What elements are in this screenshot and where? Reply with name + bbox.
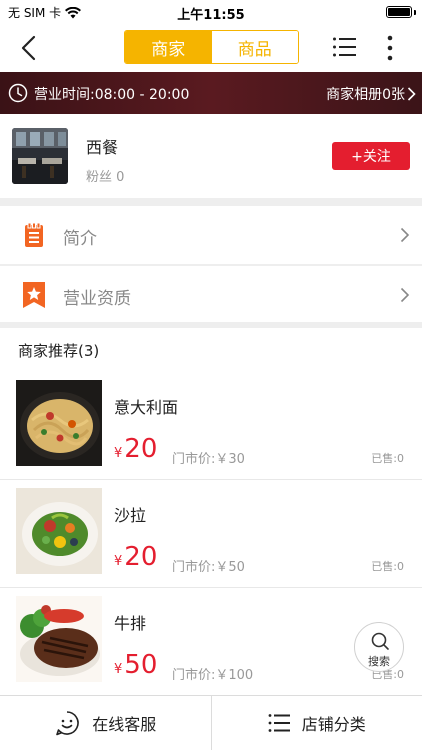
product-name: 沙拉 [114, 506, 147, 525]
search-fab[interactable]: 搜索 [354, 622, 404, 672]
recommend-header: 商家推荐(3) [0, 328, 422, 372]
album-text: 商家相册0张 [326, 87, 405, 103]
bookmark-star-icon [23, 282, 45, 308]
store-info: 西餐 粉丝 0 +关注 [0, 114, 422, 198]
sold-count: 已售:0 [371, 452, 404, 465]
segment-control: 商家 商品 [124, 30, 299, 64]
section-divider [0, 198, 422, 206]
back-arrow-icon[interactable] [16, 34, 44, 62]
business-hours-banner: 营业时间:08:00 - 20:00 商家相册0张 [0, 72, 422, 114]
chevron-right-icon [400, 287, 410, 303]
smiley-chat-icon [56, 711, 79, 736]
follow-button[interactable]: +关注 [332, 142, 410, 170]
price-value: 20 [124, 542, 158, 572]
list-icon[interactable] [332, 36, 356, 58]
recommend-title: 商家推荐(3) [18, 342, 100, 360]
store-name: 西餐 [86, 138, 119, 157]
online-service-button[interactable]: 在线客服 [0, 696, 211, 750]
store-category-button[interactable]: 店铺分类 [212, 696, 422, 750]
market-price: 门市价:￥30 [172, 452, 245, 467]
currency-symbol: ¥ [114, 662, 123, 677]
bottom-bar: 在线客服 店铺分类 [0, 695, 422, 750]
notepad-icon [25, 222, 43, 247]
store-thumbnail [12, 128, 68, 184]
tab-merchant[interactable]: 商家 [125, 31, 212, 63]
product-item[interactable]: 沙拉 ¥ 20 门市价:￥50 已售:0 [0, 480, 422, 588]
sold-count: 已售:0 [371, 560, 404, 573]
product-name: 牛排 [114, 614, 147, 633]
intro-row[interactable]: 简介 [0, 206, 422, 264]
product-image-steak [16, 596, 102, 682]
album-link[interactable]: 商家相册0张 [326, 84, 416, 104]
market-price: 门市价:￥50 [172, 560, 245, 575]
product-price: ¥ 20 [114, 434, 157, 464]
currency-symbol: ¥ [114, 446, 123, 461]
currency-symbol: ¥ [114, 554, 123, 569]
license-row[interactable]: 营业资质 [0, 266, 422, 324]
battery-cap [414, 10, 416, 15]
list-icon [268, 714, 290, 732]
online-service-label: 在线客服 [92, 715, 157, 734]
business-hours-text: 营业时间:08:00 - 20:00 [34, 87, 190, 103]
store-category-label: 店铺分类 [301, 715, 366, 734]
tab-products[interactable]: 商品 [211, 31, 298, 63]
product-name: 意大利面 [114, 398, 179, 417]
more-vertical-icon[interactable] [382, 34, 398, 62]
product-image-salad [16, 488, 102, 574]
market-price: 门市价:￥100 [172, 668, 254, 683]
product-price: ¥ 20 [114, 542, 157, 572]
battery-icon [386, 6, 412, 18]
search-icon [371, 632, 389, 650]
clock-icon [8, 83, 28, 103]
chevron-right-icon [407, 87, 416, 101]
fans-count: 粉丝 0 [86, 170, 125, 185]
license-label: 营业资质 [63, 289, 131, 309]
price-value: 50 [124, 650, 158, 680]
search-label: 搜索 [368, 655, 390, 668]
status-bar: 无 SIM 卡 上午11:55 [0, 0, 422, 24]
product-price: ¥ 50 [114, 650, 157, 680]
status-time: 上午11:55 [177, 8, 245, 23]
intro-label: 简介 [63, 229, 97, 249]
product-image-pasta [16, 380, 102, 466]
chevron-right-icon [400, 227, 410, 243]
nav-bar: 商家 商品 [0, 24, 422, 72]
product-item[interactable]: 意大利面 ¥ 20 门市价:￥30 已售:0 [0, 372, 422, 480]
price-value: 20 [124, 434, 158, 464]
